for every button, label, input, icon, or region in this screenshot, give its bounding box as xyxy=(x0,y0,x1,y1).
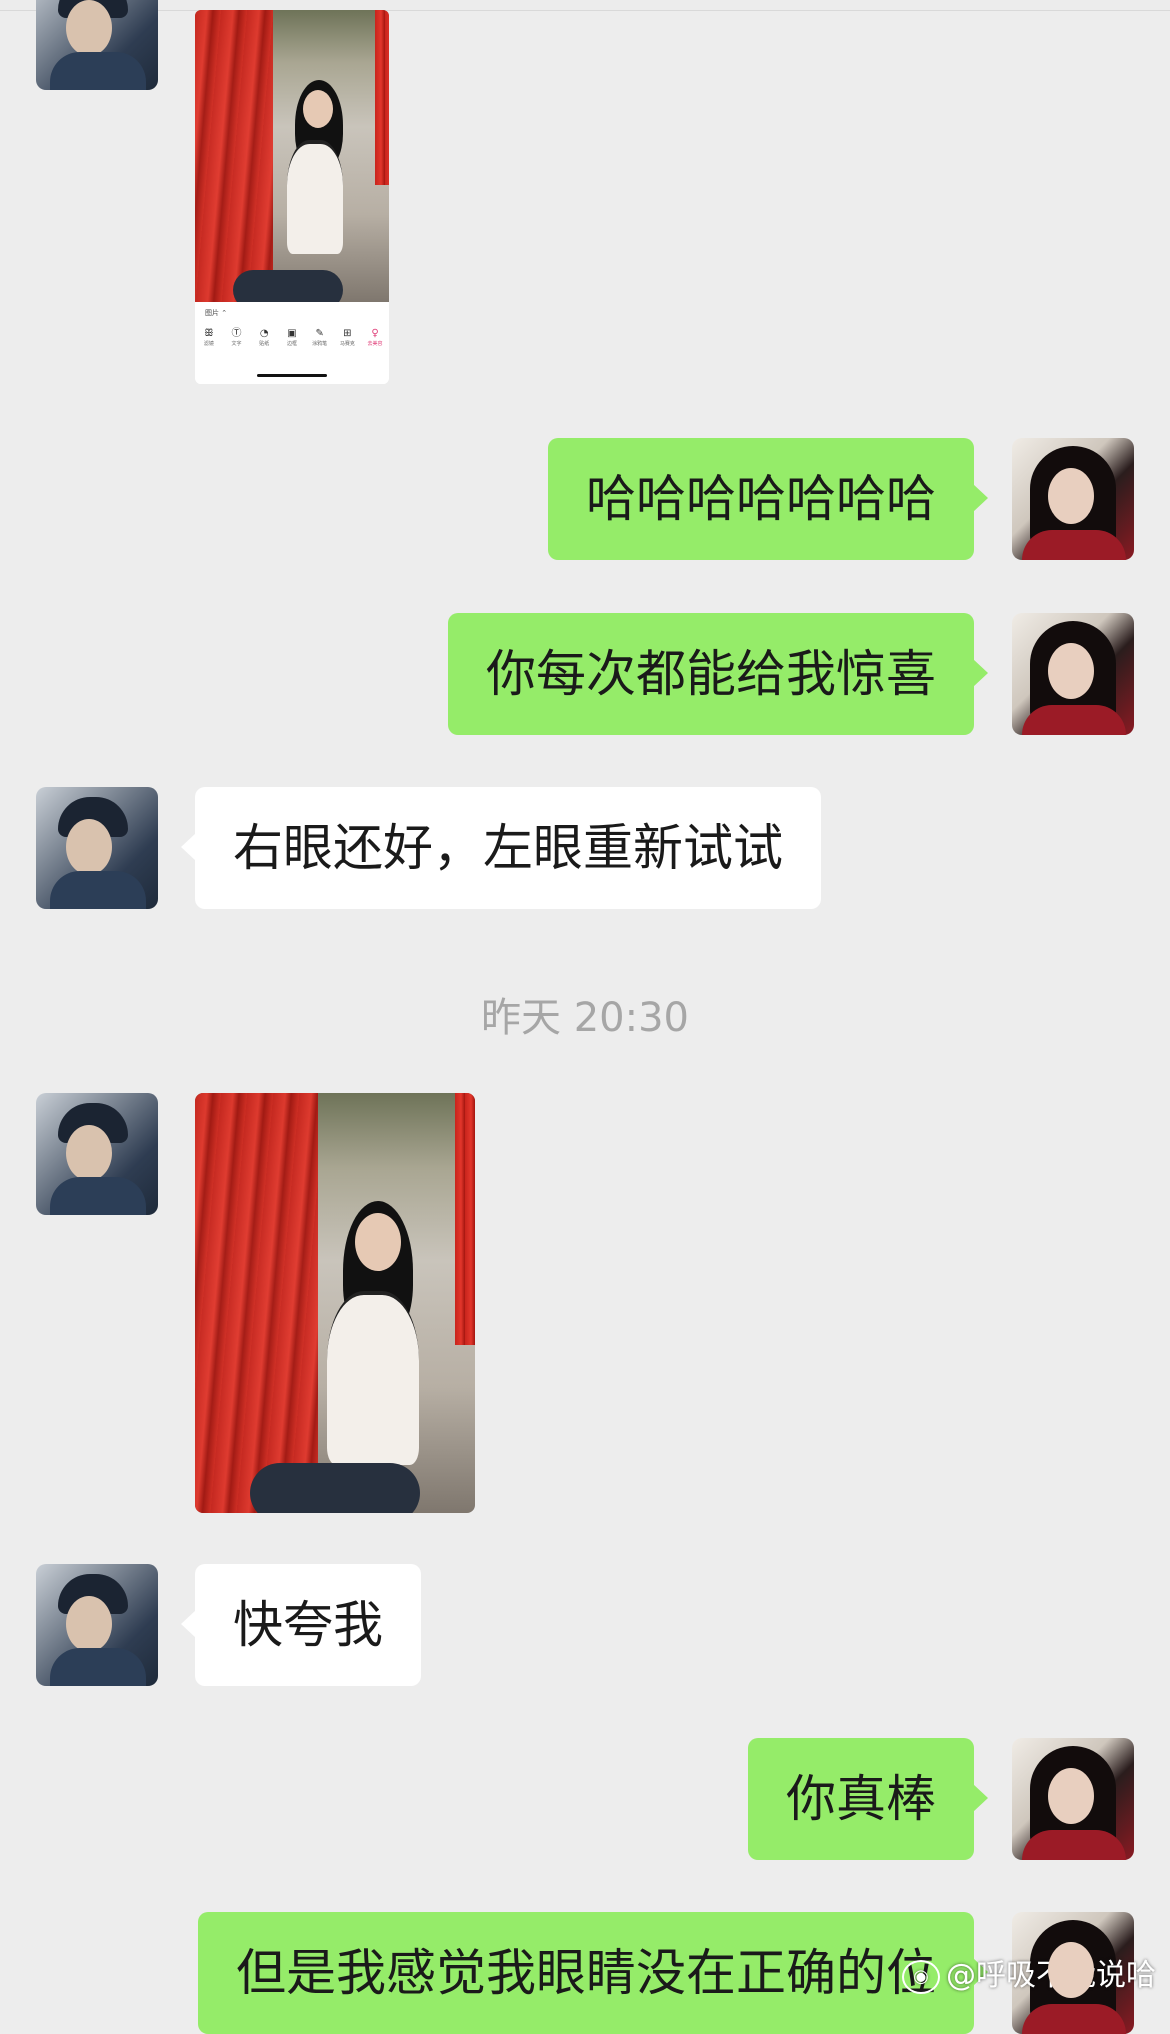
message-bubble-outgoing[interactable]: 你真棒 xyxy=(748,1738,988,1860)
mosaic-icon: ⊞ xyxy=(343,328,352,339)
self-avatar[interactable] xyxy=(1012,1738,1134,1860)
chat-timestamp: 昨天 20:30 xyxy=(481,995,689,1041)
tool-doodle: ✎ 涂鸦笔 xyxy=(312,328,328,347)
filter-icon: ꕥ xyxy=(204,328,214,339)
tool-filter: ꕥ 滤镜 xyxy=(203,328,214,347)
beauty-icon: ♀ xyxy=(371,328,379,339)
message-bubble-incoming[interactable]: 右眼还好，左眼重新试试 xyxy=(181,787,821,909)
photo-thumbnail xyxy=(195,10,389,302)
tool-border: ▣ 边框 xyxy=(286,328,297,347)
editor-toolbar: 图片 ⌃ ꕥ 滤镜 Ⓣ 文字 ◔ 贴纸 ▣ 边框 ✎ 涂鸦笔 ⊞ 马赛克 ♀ 去美容 xyxy=(195,302,389,384)
tool-sticker: ◔ 贴纸 xyxy=(259,328,270,347)
image-message-editor-screenshot[interactable]: 图片 ⌃ ꕥ 滤镜 Ⓣ 文字 ◔ 贴纸 ▣ 边框 ✎ 涂鸦笔 ⊞ 马赛克 ♀ 去美容 xyxy=(195,10,389,384)
friend-avatar[interactable] xyxy=(36,1564,158,1686)
tool-beauty: ♀ 去美容 xyxy=(367,328,383,347)
weibo-icon: ◉ xyxy=(902,1959,940,1994)
self-avatar[interactable] xyxy=(1012,613,1134,735)
friend-avatar[interactable] xyxy=(36,0,158,90)
message-bubble-outgoing[interactable]: 哈哈哈哈哈哈哈 xyxy=(548,438,988,560)
message-bubble-outgoing[interactable]: 但是我感觉我眼睛没在正确的位 xyxy=(198,1912,988,2034)
top-divider xyxy=(0,0,1170,11)
message-bubble-incoming[interactable]: 快夸我 xyxy=(181,1564,421,1686)
tool-text: Ⓣ 文字 xyxy=(231,328,242,347)
friend-avatar[interactable] xyxy=(36,1093,158,1215)
message-bubble-outgoing[interactable]: 你每次都能给我惊喜 xyxy=(448,613,988,735)
brush-icon: ✎ xyxy=(315,328,324,339)
editor-label: 图片 ⌃ xyxy=(205,309,228,317)
tool-mosaic: ⊞ 马赛克 xyxy=(339,328,355,347)
image-message-photo[interactable] xyxy=(195,1093,475,1513)
border-icon: ▣ xyxy=(287,328,297,339)
home-indicator xyxy=(257,374,327,377)
watermark: ◉@呼吸不能说哈 xyxy=(902,1950,1156,1994)
text-icon: Ⓣ xyxy=(231,328,242,339)
sticker-icon: ◔ xyxy=(259,328,269,339)
friend-avatar[interactable] xyxy=(36,787,158,909)
self-avatar[interactable] xyxy=(1012,438,1134,560)
